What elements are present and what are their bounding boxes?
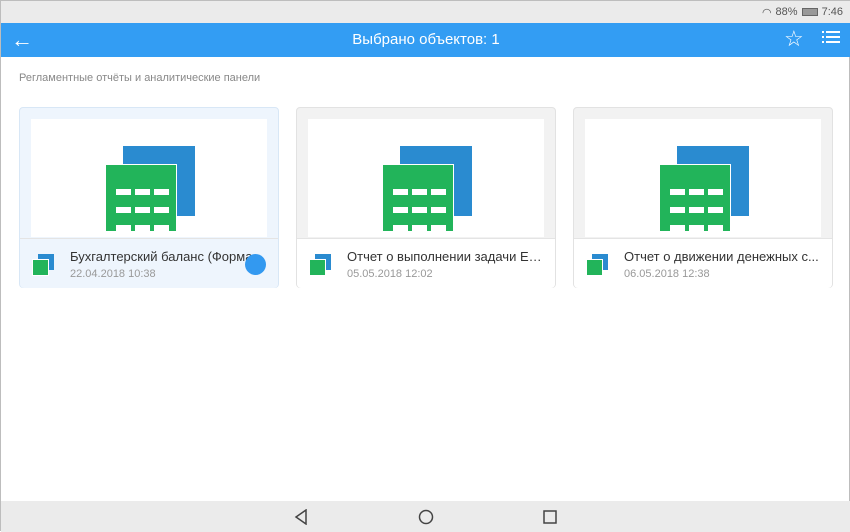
nav-home-icon[interactable] <box>418 509 434 530</box>
report-thumbnail <box>31 119 267 237</box>
spreadsheet-icon <box>382 164 454 232</box>
report-date: 06.05.2018 12:38 <box>624 268 710 280</box>
nav-recents-icon[interactable] <box>542 509 558 530</box>
report-date: 22.04.2018 10:38 <box>70 268 156 280</box>
status-bar: ◠ 88% 7:46 <box>1 1 850 23</box>
report-card[interactable]: Отчет о выполнении задачи ETL 05.05.2018… <box>296 107 556 288</box>
spreadsheet-icon <box>105 164 177 232</box>
report-thumbnail <box>585 119 821 237</box>
wifi-icon: ◠ <box>761 6 772 19</box>
report-name: Бухгалтерский баланс (Форма <box>70 249 253 264</box>
nav-back-icon[interactable] <box>294 508 308 530</box>
clock: 7:46 <box>821 6 843 18</box>
report-type-icon <box>586 254 610 276</box>
star-icon[interactable]: ☆ <box>784 26 804 52</box>
battery-percent: 88% <box>775 6 798 18</box>
report-card[interactable]: Отчет о движении денежных с... 06.05.201… <box>573 107 833 288</box>
report-type-icon <box>32 254 56 276</box>
report-card[interactable]: Бухгалтерский баланс (Форма 22.04.2018 1… <box>19 107 279 288</box>
report-type-icon <box>309 254 333 276</box>
app-bar: ← Выбрано объектов: 1 ☆ <box>1 23 850 57</box>
spreadsheet-icon <box>659 164 731 232</box>
report-name: Отчет о движении денежных с... <box>624 249 819 264</box>
navigation-bar <box>1 501 850 532</box>
report-name: Отчет о выполнении задачи ETL <box>347 249 542 264</box>
battery-icon <box>801 8 818 16</box>
report-thumbnail <box>308 119 544 237</box>
selected-indicator[interactable] <box>245 254 266 275</box>
page-title: Выбрано объектов: 1 <box>352 31 500 48</box>
section-title: Регламентные отчёты и аналитические пане… <box>19 72 261 84</box>
report-date: 05.05.2018 12:02 <box>347 268 433 280</box>
list-view-icon[interactable] <box>822 29 840 45</box>
